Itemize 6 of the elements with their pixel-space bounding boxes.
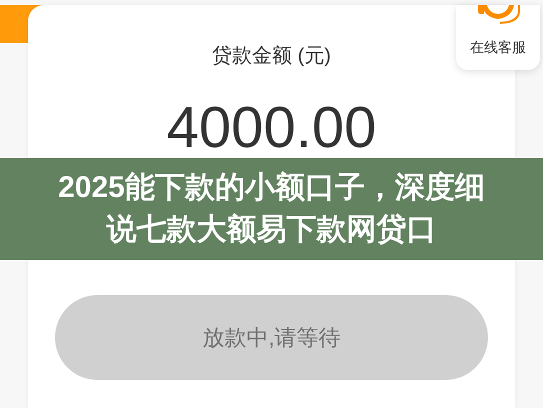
- customer-service-button[interactable]: 在线客服: [456, 5, 540, 70]
- customer-service-label: 在线客服: [470, 38, 526, 56]
- banner-title: 2025能下款的小额口子，深度细说七款大额易下款网贷口: [57, 170, 486, 248]
- headset-icon: [476, 5, 520, 24]
- loan-amount-label: 贷款金额 (元): [212, 44, 331, 69]
- loan-amount: 4000.00: [166, 96, 376, 160]
